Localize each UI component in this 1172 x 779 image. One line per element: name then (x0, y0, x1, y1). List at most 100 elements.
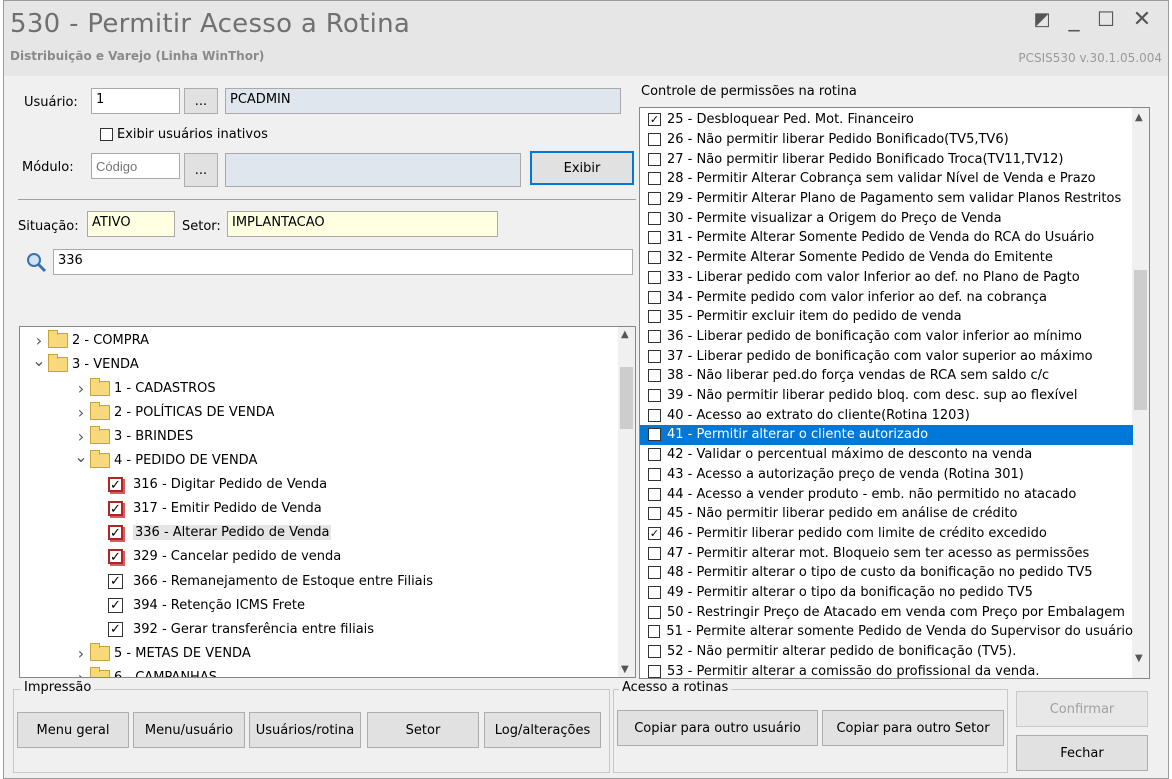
permission-checkbox[interactable] (648, 428, 661, 442)
tree-folder-node[interactable]: ⌄ 3 - VENDA (32, 351, 139, 376)
permission-checkbox[interactable] (648, 389, 661, 403)
tree-scrollbar[interactable]: ▲ ▼ (618, 327, 635, 677)
maximize-button[interactable]: ☐ (1092, 7, 1120, 31)
usuarios-rotina-button[interactable]: Usuários/rotina (249, 712, 361, 748)
tree-routine-node[interactable]: ✓ 394 - Retenção ICMS Frete (108, 593, 305, 617)
permission-checkbox[interactable] (648, 586, 661, 600)
permission-item[interactable]: 51 - Permite alterar somente Pedido de V… (640, 622, 1133, 642)
menu-usuario-button[interactable]: Menu/usuário (133, 712, 245, 748)
permission-checkbox[interactable] (648, 625, 661, 639)
chevron-down-icon[interactable]: ⌄ (32, 351, 46, 370)
scroll-down-icon[interactable]: ▼ (621, 664, 629, 675)
permission-checkbox[interactable] (648, 408, 661, 422)
menu-geral-button[interactable]: Menu geral (17, 712, 129, 748)
chevron-right-icon[interactable]: › (74, 644, 88, 663)
inactive-users-checkbox[interactable] (100, 128, 113, 141)
permission-checkbox[interactable] (648, 369, 661, 383)
permissions-scrollbar[interactable]: ▲ ▼ (1132, 108, 1149, 678)
permission-checkbox[interactable] (648, 507, 661, 521)
permission-checkbox[interactable] (648, 467, 661, 481)
fechar-button[interactable]: Fechar (1016, 735, 1148, 771)
permission-checkbox[interactable] (648, 329, 661, 343)
permission-item[interactable]: 44 - Acesso a vender produto - emb. não … (640, 484, 1133, 504)
modulo-code-input[interactable] (91, 153, 180, 179)
routine-checkbox[interactable]: ✓ (108, 525, 123, 541)
chevron-right-icon[interactable]: › (74, 668, 88, 677)
permission-checkbox[interactable] (648, 132, 661, 146)
scroll-up-icon[interactable]: ▲ (621, 329, 629, 340)
exibir-button[interactable]: Exibir (530, 151, 634, 185)
permission-checkbox[interactable] (648, 487, 661, 501)
permission-checkbox[interactable] (648, 645, 661, 659)
scroll-down-icon[interactable]: ▼ (1135, 653, 1143, 664)
tree-folder-node[interactable]: › 5 - METAS DE VENDA (74, 641, 251, 665)
permission-checkbox[interactable] (648, 605, 661, 619)
routine-checkbox[interactable]: ✓ (108, 477, 123, 493)
minimize-button[interactable]: _ (1060, 7, 1088, 32)
tree-routine-node[interactable]: ✓ 392 - Gerar transferência entre filiais (108, 617, 374, 641)
permission-item[interactable]: 36 - Liberar pedido de bonificação com v… (640, 327, 1133, 347)
permission-checkbox[interactable] (648, 448, 661, 462)
permission-item[interactable]: 33 - Liberar pedido com valor Inferior a… (640, 268, 1133, 288)
permission-item[interactable]: 26 - Não permitir liberar Pedido Bonific… (640, 130, 1133, 150)
routine-checkbox[interactable]: ✓ (108, 621, 123, 637)
permissions-scroll-thumb[interactable] (1134, 270, 1147, 410)
permission-checkbox[interactable] (648, 310, 661, 324)
permission-checkbox[interactable] (648, 566, 661, 580)
tree-folder-node[interactable]: ⌄ 4 - PEDIDO DE VENDA (74, 447, 257, 473)
close-button[interactable]: ✕ (1128, 7, 1156, 32)
chevron-right-icon[interactable]: › (74, 403, 88, 422)
modulo-lookup-button[interactable]: ... (184, 153, 218, 187)
chevron-right-icon[interactable]: › (74, 379, 88, 398)
permission-item[interactable]: ✓ 46 - Permitir liberar pedido com limite… (640, 524, 1133, 544)
usuario-lookup-button[interactable]: ... (184, 88, 218, 114)
tree-folder-node[interactable]: › 1 - CADASTROS (74, 376, 216, 400)
tree-folder-node[interactable]: › 2 - POLÍTICAS DE VENDA (74, 400, 274, 424)
chevron-down-icon[interactable]: ⌄ (74, 447, 88, 466)
permission-item[interactable]: 27 - Não permitir liberar Pedido Bonific… (640, 149, 1133, 169)
permissions-list[interactable]: ▲ ▼ ✓ 25 - Desbloquear Ped. Mot. Financei… (639, 107, 1150, 679)
tree-folder-node[interactable]: › 3 - BRINDES (74, 424, 193, 448)
inactive-users-toggle[interactable]: Exibir usuários inativos (100, 127, 268, 142)
permission-checkbox[interactable]: ✓ (648, 526, 661, 540)
routine-checkbox[interactable]: ✓ (108, 597, 123, 613)
permission-item[interactable]: 38 - Não liberar ped.do força vendas de … (640, 366, 1133, 386)
chevron-right-icon[interactable]: › (32, 331, 46, 350)
routine-checkbox[interactable]: ✓ (108, 549, 123, 565)
permission-item[interactable]: 28 - Permitir Alterar Cobrança sem valid… (640, 169, 1133, 189)
permission-item[interactable]: 50 - Restringir Preço de Atacado em vend… (640, 603, 1133, 623)
tree-folder-node[interactable]: › 6 - CAMPANHAS (74, 665, 217, 677)
log-alteracoes-button[interactable]: Log/alterações (484, 712, 601, 748)
permission-item[interactable]: 31 - Permite Alterar Somente Pedido de V… (640, 228, 1133, 248)
copiar-setor-button[interactable]: Copiar para outro Setor (822, 710, 1004, 746)
restore-icon[interactable]: ◩ (1028, 9, 1056, 30)
routine-checkbox[interactable]: ✓ (108, 573, 123, 589)
permission-item[interactable]: 41 - Permitir alterar o cliente autoriza… (640, 425, 1133, 445)
permission-item[interactable]: 39 - Não permitir liberar pedido bloq. c… (640, 386, 1133, 406)
permission-item[interactable]: 53 - Permitir alterar a comissão do prof… (640, 662, 1133, 678)
permission-checkbox[interactable] (648, 172, 661, 186)
permission-checkbox[interactable] (648, 546, 661, 560)
permission-item[interactable]: 43 - Acesso a autorização preço de venda… (640, 465, 1133, 485)
usuario-code-input[interactable]: 1 (91, 88, 180, 114)
copiar-usuario-button[interactable]: Copiar para outro usuário (617, 710, 818, 746)
tree-routine-node[interactable]: ✓ 366 - Remanejamento de Estoque entre Fi… (108, 569, 433, 593)
permission-checkbox[interactable] (648, 270, 661, 284)
tree-routine-node[interactable]: ✓ 329 - Cancelar pedido de venda (108, 545, 341, 569)
routine-checkbox[interactable]: ✓ (108, 501, 123, 517)
permission-item[interactable]: 52 - Não permitir alterar pedido de boni… (640, 642, 1133, 662)
permission-checkbox[interactable] (648, 251, 661, 265)
permission-checkbox[interactable] (648, 290, 661, 304)
tree-routine-node[interactable]: ✓ 317 - Emitir Pedido de Venda (108, 497, 322, 521)
chevron-right-icon[interactable]: › (74, 427, 88, 446)
routine-tree[interactable]: ▲ ▼ › 2 - COMPRA ⌄ 3 - VENDA › 1 - CADASTROS ›… (19, 326, 636, 678)
permission-item[interactable]: 45 - Não permitir liberar pedido em anál… (640, 504, 1133, 524)
permission-item[interactable]: 40 - Acesso ao extrato do cliente(Rotina… (640, 406, 1133, 426)
permission-item[interactable]: 48 - Permitir alterar o tipo de custo da… (640, 563, 1133, 583)
permission-checkbox[interactable] (648, 664, 661, 678)
permission-checkbox[interactable] (648, 349, 661, 363)
permission-item[interactable]: 34 - Permite pedido com valor inferior a… (640, 287, 1133, 307)
tree-folder-node[interactable]: › 2 - COMPRA (32, 328, 149, 352)
tree-routine-node[interactable]: ✓ 336 - Alterar Pedido de Venda (108, 521, 332, 545)
confirmar-button[interactable]: Confirmar (1016, 691, 1148, 727)
